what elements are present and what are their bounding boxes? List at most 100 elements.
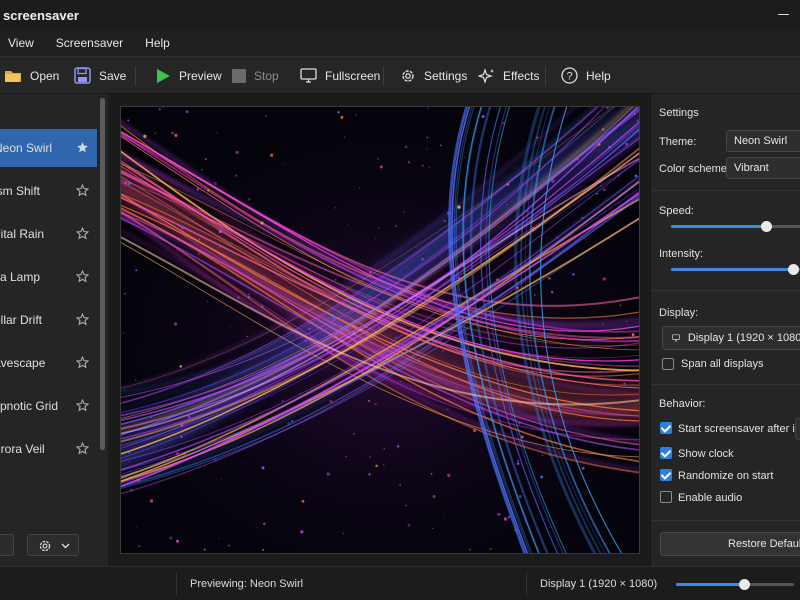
previewing-status: Previewing: Neon Swirl	[190, 578, 304, 590]
settings-panel: Settings Theme: Neon Swirl Color scheme:…	[650, 94, 800, 566]
title-bar: screensaver	[0, 0, 800, 30]
list-item-label: ellar Drift	[0, 313, 43, 327]
favorite-star-icon[interactable]	[76, 184, 89, 197]
preview-label: Preview	[179, 68, 222, 83]
list-item[interactable]: ism Shift	[0, 172, 97, 210]
section-divider	[651, 520, 800, 521]
color-scheme-dropdown[interactable]: Vibrant	[726, 157, 800, 179]
favorite-star-icon[interactable]	[76, 356, 89, 369]
zoom-slider-thumb[interactable]	[739, 579, 751, 590]
randomize-checkbox[interactable]	[660, 469, 672, 481]
list-item-label: ypnotic Grid	[0, 399, 59, 413]
toolbar-separator	[135, 66, 136, 86]
effects-label: Effects	[503, 68, 540, 83]
speed-label: Speed:	[659, 205, 694, 217]
randomize-label: Randomize on start	[678, 470, 774, 482]
toolbar-separator	[545, 66, 546, 86]
list-item[interactable]: ellar Drift	[0, 301, 97, 339]
list-item[interactable]: urora Veil	[0, 430, 97, 468]
display-label: Display:	[659, 307, 699, 319]
enable-audio-label: Enable audio	[678, 492, 743, 504]
favorite-star-icon[interactable]	[76, 227, 89, 240]
start-after-idle-checkbox[interactable]	[660, 422, 672, 434]
sparkle-icon	[478, 67, 494, 84]
list-item[interactable]: avescape	[0, 344, 97, 382]
stop-button[interactable]: Stop	[232, 57, 279, 94]
gear-icon	[39, 540, 51, 552]
settings-button[interactable]: Settings	[400, 57, 467, 94]
open-label: Open	[30, 68, 60, 83]
favorite-star-icon[interactable]	[76, 141, 89, 154]
idle-minutes-field[interactable]	[795, 418, 800, 440]
settings-heading: Settings	[659, 107, 699, 119]
intensity-slider-fill	[671, 268, 793, 271]
options-menu-button[interactable]	[27, 534, 79, 556]
zoom-slider-fill	[676, 583, 745, 586]
neon-swirl-artwork	[121, 107, 639, 553]
menu-view[interactable]: View	[8, 36, 34, 50]
list-item[interactable]: va Lamp	[0, 258, 97, 296]
color-scheme-value: Vibrant	[734, 162, 769, 174]
svg-text:?: ?	[566, 71, 572, 83]
display-status: Display 1 (1920 × 1080)	[540, 578, 658, 590]
section-divider	[651, 190, 800, 191]
fullscreen-button[interactable]: Fullscreen	[300, 57, 380, 94]
add-button[interactable]	[0, 534, 14, 556]
toolbar: Open Save Preview Stop Fullscreen Settin…	[0, 56, 800, 94]
intensity-label: Intensity:	[659, 248, 704, 260]
intensity-slider-thumb[interactable]	[787, 264, 799, 275]
gear-icon	[402, 69, 414, 82]
list-item-label: va Lamp	[0, 270, 41, 284]
status-separator	[526, 573, 527, 595]
list-item-label: ism Shift	[0, 184, 41, 198]
effects-button[interactable]: Effects	[478, 57, 539, 94]
open-button[interactable]: Open	[4, 57, 59, 94]
section-divider	[651, 384, 800, 385]
screensaver-preview-canvas	[120, 106, 640, 554]
restore-defaults-button[interactable]: Restore Defaults	[660, 532, 800, 556]
list-item[interactable]: gital Rain	[0, 215, 97, 253]
favorite-star-icon[interactable]	[76, 399, 89, 412]
help-button[interactable]: ? Help	[561, 57, 611, 94]
start-after-idle-label: Start screensaver after idle	[678, 423, 800, 435]
intensity-slider[interactable]	[671, 264, 800, 275]
menu-help[interactable]: Help	[145, 36, 170, 50]
list-item-label: urora Veil	[0, 442, 45, 456]
save-button[interactable]: Save	[74, 57, 126, 94]
list-item-label: Neon Swirl	[0, 141, 53, 155]
folder-icon	[5, 70, 21, 82]
display-dropdown[interactable]: Display 1 (1920 × 1080)	[662, 326, 800, 350]
show-clock-checkbox[interactable]	[660, 447, 672, 459]
display-value: Display 1 (1920 × 1080)	[687, 332, 800, 344]
theme-dropdown[interactable]: Neon Swirl	[726, 130, 800, 152]
minimize-button[interactable]	[778, 6, 790, 20]
enable-audio-checkbox[interactable]	[660, 491, 672, 503]
span-all-displays-label: Span all displays	[681, 358, 764, 370]
window-title: screensaver	[3, 7, 79, 23]
preview-button[interactable]: Preview	[156, 57, 222, 94]
favorite-star-icon[interactable]	[76, 442, 89, 455]
list-item-label: gital Rain	[0, 227, 45, 241]
list-item[interactable]: ypnotic Grid	[0, 387, 97, 425]
floppy-disk-icon	[74, 67, 91, 84]
screensaver-list-panel: Neon Swirl ism Shift gital Rain va Lamp ella…	[0, 94, 108, 566]
speed-slider[interactable]	[671, 221, 800, 232]
list-scrollbar[interactable]	[100, 98, 105, 450]
menu-screensaver[interactable]: Screensaver	[56, 36, 123, 50]
section-divider	[651, 290, 800, 291]
monitor-icon	[300, 68, 317, 83]
settings-label: Settings	[424, 68, 468, 83]
favorite-star-icon[interactable]	[76, 270, 89, 283]
span-all-displays-checkbox[interactable]	[662, 358, 674, 370]
status-bar: Previewing: Neon Swirl Display 1 (1920 ×…	[0, 566, 800, 600]
help-icon: ?	[561, 67, 578, 84]
zoom-slider[interactable]	[676, 579, 794, 590]
favorite-star-icon[interactable]	[76, 313, 89, 326]
speed-slider-thumb[interactable]	[760, 221, 772, 232]
theme-label: Theme:	[659, 136, 697, 148]
list-item[interactable]: Neon Swirl	[0, 129, 97, 167]
list-item-label: avescape	[0, 356, 46, 370]
theme-value: Neon Swirl	[734, 135, 788, 147]
status-separator	[176, 573, 177, 595]
stop-label: Stop	[254, 68, 279, 83]
